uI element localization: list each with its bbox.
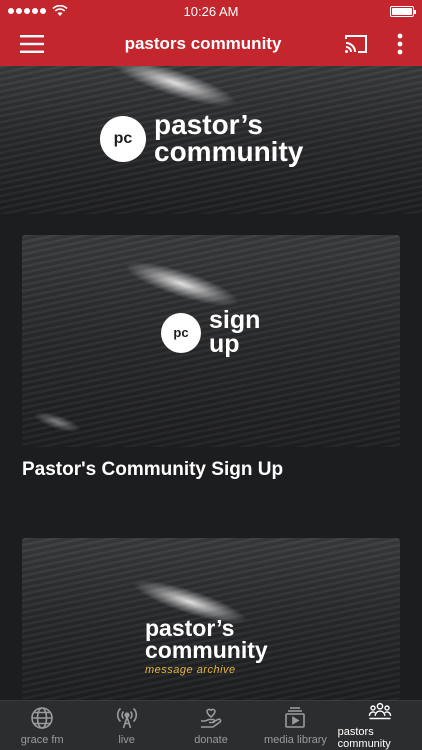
tab-pastors-community[interactable]: pastors community bbox=[338, 701, 422, 750]
message-archive-card-image: pastor’s community message archive bbox=[22, 538, 400, 700]
tab-donate[interactable]: donate bbox=[169, 701, 253, 750]
page-title: pastors community bbox=[124, 34, 282, 53]
menu-button[interactable] bbox=[0, 22, 64, 66]
hero-logo-text: pastor’s community bbox=[154, 109, 304, 167]
battery-icon bbox=[390, 5, 416, 17]
globe-icon bbox=[31, 706, 54, 729]
status-left bbox=[8, 5, 68, 17]
status-bar: 10:26 AM bbox=[0, 0, 422, 22]
tab-label: donate bbox=[194, 733, 228, 746]
broadcast-icon bbox=[116, 707, 137, 728]
content-scroll[interactable]: pc pastor’s community pc sign up Pastor'… bbox=[0, 66, 422, 700]
archive-line2: community bbox=[145, 636, 268, 663]
media-library-icon bbox=[285, 706, 306, 728]
tab-media-library[interactable]: media library bbox=[253, 701, 337, 750]
hero-line2: community bbox=[154, 135, 304, 167]
bottom-tab-bar: grace fm live donate media library pasto… bbox=[0, 700, 422, 750]
tab-label: live bbox=[118, 733, 135, 746]
more-options-button[interactable] bbox=[378, 22, 422, 66]
pc-logo-badge: pc bbox=[161, 312, 201, 353]
hero-line1: pastor’s bbox=[154, 109, 263, 140]
hero-logo: pc pastor’s community bbox=[100, 109, 304, 167]
tab-live[interactable]: live bbox=[84, 701, 168, 750]
signal-strength-icon bbox=[8, 8, 46, 14]
tab-label: media library bbox=[263, 733, 327, 746]
tab-label: pastors community bbox=[337, 726, 391, 750]
archive-logo: pastor’s community message archive bbox=[145, 617, 268, 676]
signup-card-title[interactable]: Pastor's Community Sign Up bbox=[22, 459, 400, 481]
wifi-icon bbox=[52, 5, 68, 16]
archive-subtitle: message archive bbox=[145, 663, 236, 676]
signup-card-image: pc sign up bbox=[22, 235, 400, 447]
tab-label: grace fm bbox=[20, 733, 64, 746]
signup-logo: pc sign up bbox=[161, 308, 260, 358]
hero-banner: pc pastor’s community bbox=[0, 66, 422, 214]
pc-logo-badge: pc bbox=[100, 115, 146, 162]
cast-button[interactable] bbox=[334, 22, 378, 66]
signup-card[interactable]: pc sign up Pastor's Community Sign Up bbox=[22, 235, 400, 481]
message-archive-card[interactable]: pastor’s community message archive bbox=[22, 538, 400, 700]
more-vertical-icon bbox=[397, 33, 403, 55]
cast-icon bbox=[345, 35, 367, 53]
donate-hand-icon bbox=[201, 708, 222, 728]
signup-logo-text: sign up bbox=[209, 308, 260, 358]
hamburger-icon bbox=[20, 35, 44, 53]
people-group-icon bbox=[368, 702, 392, 720]
nav-bar: pastors community bbox=[0, 22, 422, 66]
signup-line2: up bbox=[209, 329, 240, 358]
tab-grace-fm[interactable]: grace fm bbox=[0, 701, 84, 750]
